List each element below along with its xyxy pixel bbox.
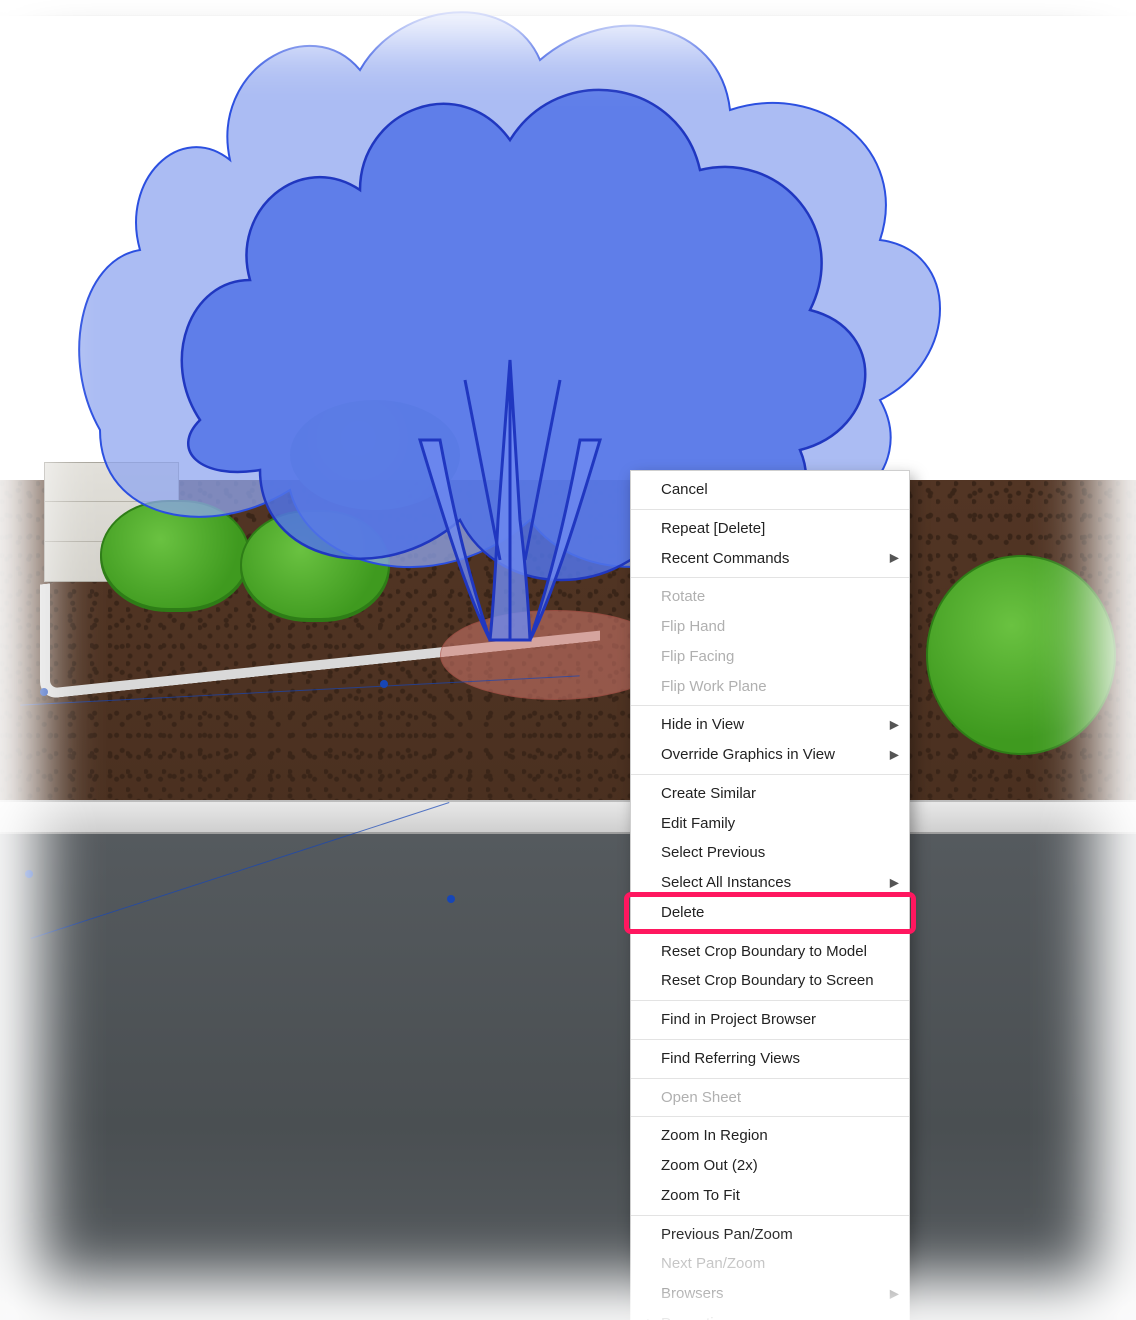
menu-item-label: Flip Facing	[661, 648, 734, 665]
menu-item-edit-family[interactable]: Edit Family	[631, 809, 909, 839]
menu-item-select-all-instances[interactable]: Select All Instances ▶	[631, 868, 909, 898]
menu-item-next-pan-zoom: Next Pan/Zoom	[631, 1249, 909, 1279]
chevron-right-icon: ▶	[890, 1285, 899, 1302]
menu-item-flip-facing: Flip Facing	[631, 642, 909, 672]
chevron-right-icon: ▶	[890, 550, 899, 567]
menu-item-properties[interactable]: ✓ Properties	[631, 1309, 909, 1320]
chevron-right-icon: ▶	[890, 874, 899, 891]
menu-separator	[631, 1078, 909, 1079]
menu-item-label: Reset Crop Boundary to Model	[661, 943, 867, 960]
menu-item-find-referring-views[interactable]: Find Referring Views	[631, 1044, 909, 1074]
menu-item-label: Zoom In Region	[661, 1127, 768, 1144]
menu-item-hide-in-view[interactable]: Hide in View ▶	[631, 710, 909, 740]
menu-separator	[631, 774, 909, 775]
control-point[interactable]	[447, 895, 455, 903]
menu-item-label: Select All Instances	[661, 874, 791, 891]
menu-item-label: Next Pan/Zoom	[661, 1255, 765, 1272]
menu-item-zoom-to-fit[interactable]: Zoom To Fit	[631, 1181, 909, 1211]
menu-item-previous-pan-zoom[interactable]: Previous Pan/Zoom	[631, 1220, 909, 1250]
menu-item-label: Repeat [Delete]	[661, 520, 765, 537]
menu-item-zoom-out-2x[interactable]: Zoom Out (2x)	[631, 1151, 909, 1181]
menu-separator	[631, 1215, 909, 1216]
menu-item-flip-work-plane: Flip Work Plane	[631, 672, 909, 702]
menu-separator	[631, 1116, 909, 1117]
menu-item-rotate: Rotate	[631, 582, 909, 612]
menu-item-label: Zoom To Fit	[661, 1187, 740, 1204]
menu-separator	[631, 705, 909, 706]
menu-item-label: Cancel	[661, 481, 708, 498]
chevron-right-icon: ▶	[890, 716, 899, 733]
menu-item-label: Open Sheet	[661, 1089, 741, 1106]
menu-item-flip-hand: Flip Hand	[631, 612, 909, 642]
menu-item-label: Flip Hand	[661, 618, 725, 635]
curb	[0, 800, 1136, 834]
menu-item-label: Zoom Out (2x)	[661, 1157, 758, 1174]
control-point[interactable]	[40, 688, 48, 696]
menu-item-label: Override Graphics in View	[661, 746, 835, 763]
viewport-3d[interactable]	[0, 0, 1136, 1320]
menu-item-delete[interactable]: Delete	[631, 898, 909, 928]
menu-item-label: Browsers	[661, 1285, 724, 1302]
menu-item-label: Recent Commands	[661, 550, 789, 567]
menu-item-label: Find in Project Browser	[661, 1011, 816, 1028]
chevron-right-icon: ▶	[890, 746, 899, 763]
menu-item-label: Edit Family	[661, 815, 735, 832]
menu-separator	[631, 1039, 909, 1040]
menu-separator	[631, 1000, 909, 1001]
check-icon: ✓	[640, 1314, 651, 1320]
menu-item-label: Rotate	[661, 588, 705, 605]
control-point[interactable]	[380, 680, 388, 688]
menu-item-create-similar[interactable]: Create Similar	[631, 779, 909, 809]
menu-item-select-previous[interactable]: Select Previous	[631, 838, 909, 868]
menu-item-browsers[interactable]: Browsers ▶	[631, 1279, 909, 1309]
menu-item-label: Create Similar	[661, 785, 756, 802]
menu-item-reset-crop-screen[interactable]: Reset Crop Boundary to Screen	[631, 966, 909, 996]
menu-item-repeat[interactable]: Repeat [Delete]	[631, 514, 909, 544]
menu-item-cancel[interactable]: Cancel	[631, 475, 909, 505]
context-menu[interactable]: Cancel Repeat [Delete] Recent Commands ▶ Rot…	[630, 470, 910, 1320]
control-point[interactable]	[25, 870, 33, 878]
menu-item-label: Flip Work Plane	[661, 678, 767, 695]
menu-separator	[631, 509, 909, 510]
menu-item-label: Reset Crop Boundary to Screen	[661, 972, 874, 989]
menu-separator	[631, 932, 909, 933]
menu-item-label: Find Referring Views	[661, 1050, 800, 1067]
menu-item-label: Hide in View	[661, 716, 744, 733]
menu-item-label: Properties	[661, 1315, 729, 1320]
menu-item-find-project-browser[interactable]: Find in Project Browser	[631, 1005, 909, 1035]
menu-item-label: Delete	[661, 904, 704, 921]
asphalt	[0, 834, 1136, 1320]
menu-item-label: Previous Pan/Zoom	[661, 1226, 793, 1243]
menu-item-label: Select Previous	[661, 844, 765, 861]
menu-separator	[631, 577, 909, 578]
menu-item-recent[interactable]: Recent Commands ▶	[631, 544, 909, 574]
menu-item-open-sheet: Open Sheet	[631, 1083, 909, 1113]
menu-item-override-graphics[interactable]: Override Graphics in View ▶	[631, 740, 909, 770]
menu-item-zoom-in-region[interactable]: Zoom In Region	[631, 1121, 909, 1151]
menu-item-reset-crop-model[interactable]: Reset Crop Boundary to Model	[631, 937, 909, 967]
